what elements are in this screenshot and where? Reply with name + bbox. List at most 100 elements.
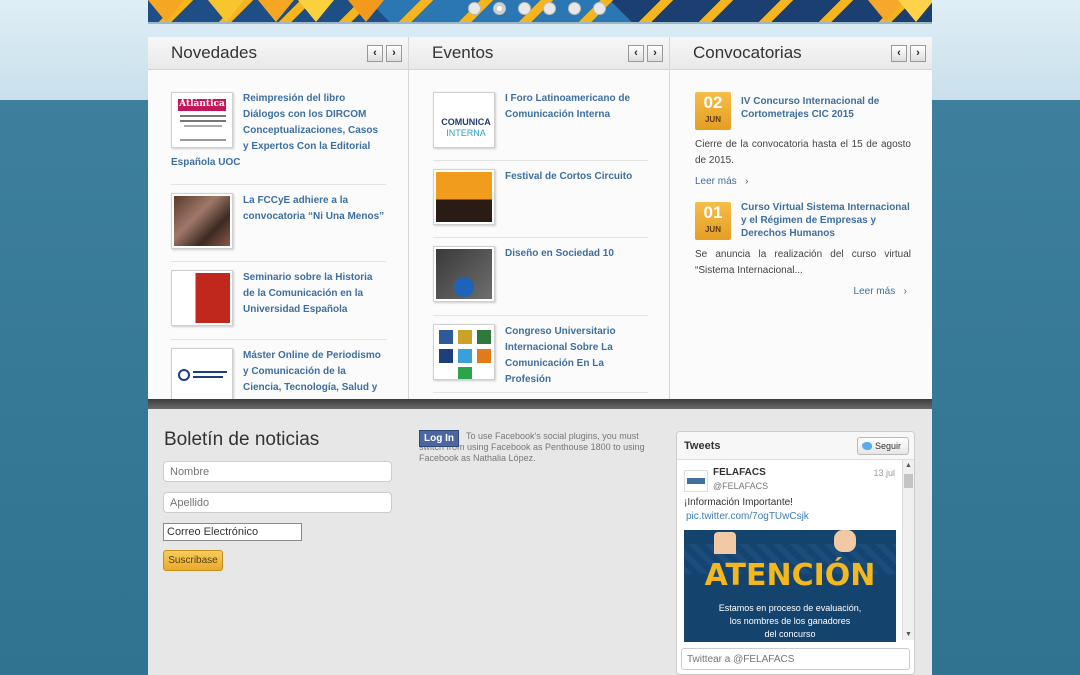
scroll-up-icon[interactable]: ▲ — [905, 462, 912, 469]
eventos-column: Eventos ‹ › COMUNICA INTERNA I Foro Lati… — [409, 37, 670, 399]
date-badge: 02 JUN — [695, 92, 731, 130]
avatar[interactable] — [684, 470, 708, 492]
date-day: 01 — [703, 203, 723, 222]
chevron-right-icon: › — [745, 176, 749, 187]
tweet-date[interactable]: 13 jul — [873, 468, 895, 478]
event-title[interactable]: Festival de Cortos Circuito — [505, 169, 648, 185]
list-item[interactable]: COMUNICA INTERNA I Foro Latinoamericano … — [433, 92, 648, 160]
slider-dot[interactable] — [593, 2, 606, 15]
event-title[interactable]: Congreso Universitario Internacional Sob… — [505, 324, 648, 388]
email-input[interactable] — [163, 523, 302, 541]
chevron-right-icon: › — [903, 286, 907, 297]
novedades-column: Novedades ‹ › Atlántica Reimpresión del … — [148, 37, 409, 399]
image-text-line: del concurso — [764, 629, 816, 639]
tweet-compose-input[interactable] — [681, 648, 910, 670]
slider-dots — [468, 2, 606, 15]
prev-arrow-button[interactable]: ‹ — [891, 45, 907, 62]
scroll-down-icon[interactable]: ▼ — [905, 631, 912, 638]
list-item[interactable]: Congreso Universitario Internacional Sob… — [433, 316, 648, 392]
convocatoria-text: Se anuncia la realización del curso virt… — [695, 249, 911, 276]
next-arrow-button[interactable]: › — [910, 45, 926, 62]
photo-thumbnail[interactable] — [171, 193, 233, 249]
image-text-line: los nombres de los ganadores — [729, 616, 851, 626]
banner-shape — [898, 0, 932, 22]
seminar-thumbnail[interactable] — [171, 270, 233, 326]
event-logo-text: COMUNICA — [441, 117, 491, 127]
list-item[interactable]: Festival de Cortos Circuito — [433, 161, 648, 237]
tweet-author-name[interactable]: FELAFACS — [713, 467, 766, 478]
tweet-image[interactable]: ATENCIÓN Estamos en proceso de evaluació… — [684, 530, 896, 642]
date-badge: 01 JUN — [695, 202, 731, 240]
list-item[interactable]: Diseño en Sociedad 10 — [433, 238, 648, 315]
facebook-login-button[interactable]: Log In — [419, 430, 459, 447]
image-text-line: Estamos en proceso de evaluación, — [718, 603, 862, 613]
event-title[interactable]: I Foro Latinoamericano de Comunicación I… — [505, 91, 648, 123]
twitter-header: Tweets Seguir — [677, 432, 914, 460]
tweet-author-handle[interactable]: @FELAFACS — [713, 481, 768, 491]
eventos-header: Eventos ‹ › — [409, 37, 669, 70]
news-title[interactable]: Reimpresión del libro Diálogos con los D… — [243, 91, 386, 155]
convocatoria-text: Cierre de la convocatoria hasta el 15 de… — [695, 139, 911, 166]
book-cover-thumbnail[interactable]: Atlántica — [171, 92, 233, 148]
subscribe-button[interactable]: Suscribase — [163, 550, 223, 571]
event-thumbnail[interactable] — [433, 324, 495, 380]
eventos-list: COMUNICA INTERNA I Foro Latinoamericano … — [433, 92, 648, 393]
newsletter-title: Boletín de noticias — [164, 429, 320, 450]
slider-dot[interactable] — [568, 2, 581, 15]
prev-arrow-button[interactable]: ‹ — [628, 45, 644, 62]
list-item[interactable]: Seminario sobre la Historia de la Comuni… — [171, 262, 386, 339]
image-headline: ATENCIÓN — [704, 558, 876, 593]
read-more-link[interactable]: Leer más › — [854, 281, 907, 299]
next-arrow-button[interactable]: › — [647, 45, 663, 62]
tweets-scrollbar[interactable]: ▲ ▼ — [902, 460, 914, 640]
slider-dot[interactable] — [518, 2, 531, 15]
event-thumbnail[interactable] — [433, 246, 495, 302]
read-more-label[interactable]: Leer más — [695, 176, 737, 187]
tweet-link[interactable]: pic.twitter.com/7ogTUwCsjk — [686, 511, 809, 522]
novedades-header: Novedades ‹ › — [148, 37, 408, 70]
slider-dot-active[interactable] — [493, 2, 506, 15]
nombre-input[interactable] — [163, 461, 392, 482]
footer-section: Boletín de noticias Suscribase To use Fa… — [148, 409, 932, 675]
news-title[interactable]: Máster Online de Periodismo y Comunicaci… — [243, 348, 386, 396]
read-more-label[interactable]: Leer más — [854, 286, 896, 297]
news-title[interactable]: La FCCyE adhiere a la convocatoria “Ni U… — [243, 193, 386, 225]
convocatorias-column: Convocatorias ‹ › 02 JUN IV Concurso Int… — [670, 37, 932, 399]
list-item[interactable]: 02 JUN IV Concurso Internacional de Cort… — [695, 92, 911, 202]
university-logo-thumbnail[interactable] — [171, 348, 233, 399]
apellido-input[interactable] — [163, 492, 392, 513]
convocatoria-title[interactable]: Curso Virtual Sistema Internacional y el… — [741, 201, 913, 240]
twitter-bird-icon — [862, 442, 872, 450]
novedades-title: Novedades — [171, 43, 258, 62]
list-item[interactable]: Máster Online de Periodismo y Comunicaci… — [171, 340, 386, 399]
news-title[interactable]: Seminario sobre la Historia de la Comuni… — [243, 270, 386, 318]
next-arrow-button[interactable]: › — [386, 45, 402, 62]
follow-button[interactable]: Seguir — [857, 437, 909, 455]
banner-shape — [348, 0, 384, 22]
novedades-nav: ‹ › — [367, 45, 402, 62]
book-cover-logo: Atlántica — [178, 99, 226, 111]
list-item[interactable]: 01 JUN Curso Virtual Sistema Internacion… — [695, 202, 911, 302]
banner — [148, 0, 932, 22]
thumbs-up-icon — [714, 532, 736, 554]
event-thumbnail[interactable] — [433, 169, 495, 225]
slider-dot[interactable] — [468, 2, 481, 15]
hand-icon — [834, 530, 856, 552]
page: Novedades ‹ › Atlántica Reimpresión del … — [148, 0, 932, 675]
convocatoria-title[interactable]: IV Concurso Internacional de Cortometraj… — [741, 95, 911, 121]
list-item[interactable]: Atlántica Reimpresión del libro Diálogos… — [171, 92, 386, 184]
twitter-title: Tweets — [684, 440, 721, 452]
eventos-title: Eventos — [432, 43, 494, 62]
date-month: JUN — [704, 225, 721, 234]
event-title[interactable]: Diseño en Sociedad 10 — [505, 246, 648, 262]
tweet-text: ¡Información Importante! — [684, 497, 793, 508]
prev-arrow-button[interactable]: ‹ — [367, 45, 383, 62]
scrollbar-thumb[interactable] — [904, 474, 913, 488]
news-title-tail[interactable]: Española UOC — [171, 155, 240, 171]
convocatorias-header: Convocatorias ‹ › — [670, 37, 932, 70]
list-item[interactable]: La FCCyE adhiere a la convocatoria “Ni U… — [171, 185, 386, 261]
slider-dot[interactable] — [543, 2, 556, 15]
event-thumbnail[interactable]: COMUNICA INTERNA — [433, 92, 495, 148]
twitter-widget: Tweets Seguir FELAFACS @FELAFACS 13 jul … — [676, 431, 915, 675]
read-more-link[interactable]: Leer más › — [695, 171, 748, 189]
